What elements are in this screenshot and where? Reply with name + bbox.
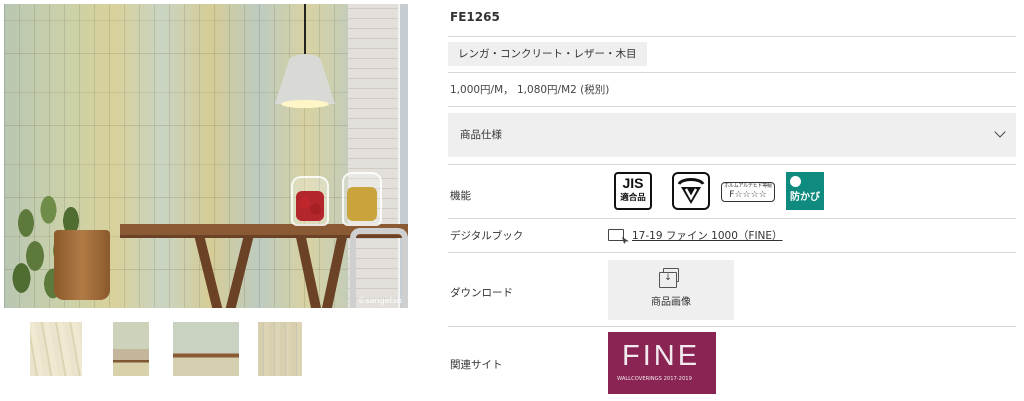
divider <box>448 326 1016 327</box>
fine-banner-title: FINE <box>622 340 701 372</box>
lamp-light <box>281 100 329 108</box>
spec-label: 商品仕様 <box>460 129 502 141</box>
divider <box>448 164 1016 165</box>
f-star-badge-icon: ホルムアルデヒド等級 F☆☆☆☆ <box>721 182 775 202</box>
divider <box>448 252 1016 253</box>
lamp-cord <box>304 4 306 56</box>
thumbnail-room-1[interactable] <box>113 322 149 376</box>
category-tag: レンガ・コンクリート・レザー・木目 <box>448 42 647 66</box>
mold-resistant-badge-icon: 防かび <box>786 172 824 210</box>
f-star-badge-bottom: F☆☆☆☆ <box>729 190 767 200</box>
f-star-badge-top: ホルムアルデヒド等級 <box>724 183 772 189</box>
wooden-pot <box>54 230 110 300</box>
related-site-label: 関連サイト <box>450 359 503 371</box>
product-info: FE1265 レンガ・コンクリート・レザー・木目 1,000円/M， 1,080… <box>448 0 1016 401</box>
function-label: 機能 <box>450 190 471 202</box>
glass-jar-cherries <box>291 176 329 226</box>
thumbnail-strip <box>0 322 408 378</box>
mold-dot-icon <box>790 176 801 187</box>
divider <box>448 218 1016 219</box>
download-label: ダウンロード <box>450 287 513 299</box>
download-button-label: 商品画像 <box>651 297 691 308</box>
thumbnail-wood-strip[interactable] <box>258 322 302 376</box>
jis-badge-icon: JIS 適合品 <box>614 172 652 210</box>
image-copyright: ©sangetsu <box>357 296 402 305</box>
fine-banner-link[interactable]: FINE WALLCOVERINGS 2017-2019 <box>608 332 716 394</box>
book-cursor-icon <box>608 229 624 241</box>
digital-book-label: デジタルブック <box>450 230 524 242</box>
fine-banner-subtitle: WALLCOVERINGS 2017-2019 <box>617 376 692 382</box>
main-product-image: ©sangetsu <box>4 4 408 308</box>
chevron-down-icon <box>994 126 1006 138</box>
mold-badge-text: 防かび <box>790 192 820 203</box>
divider <box>448 36 1016 37</box>
jis-badge-bottom: 適合品 <box>620 193 646 203</box>
sv-mark-icon <box>672 172 710 210</box>
thumbnail-room-2[interactable] <box>173 322 239 376</box>
thumbnail-texture[interactable] <box>30 322 82 376</box>
digital-book-link-text[interactable]: 17-19 ファイン 1000（FINE） <box>632 228 783 243</box>
spec-accordion[interactable]: 商品仕様 <box>448 113 1016 157</box>
divider <box>448 106 1016 107</box>
divider <box>448 72 1016 73</box>
product-code: FE1265 <box>450 10 500 24</box>
download-image-button[interactable]: 商品画像 <box>608 260 734 320</box>
glass-jar <box>342 172 382 226</box>
jis-badge-top: JIS <box>622 175 644 191</box>
price-text: 1,000円/M， 1,080円/M2 (税別) <box>450 84 610 96</box>
download-icon <box>659 268 679 288</box>
